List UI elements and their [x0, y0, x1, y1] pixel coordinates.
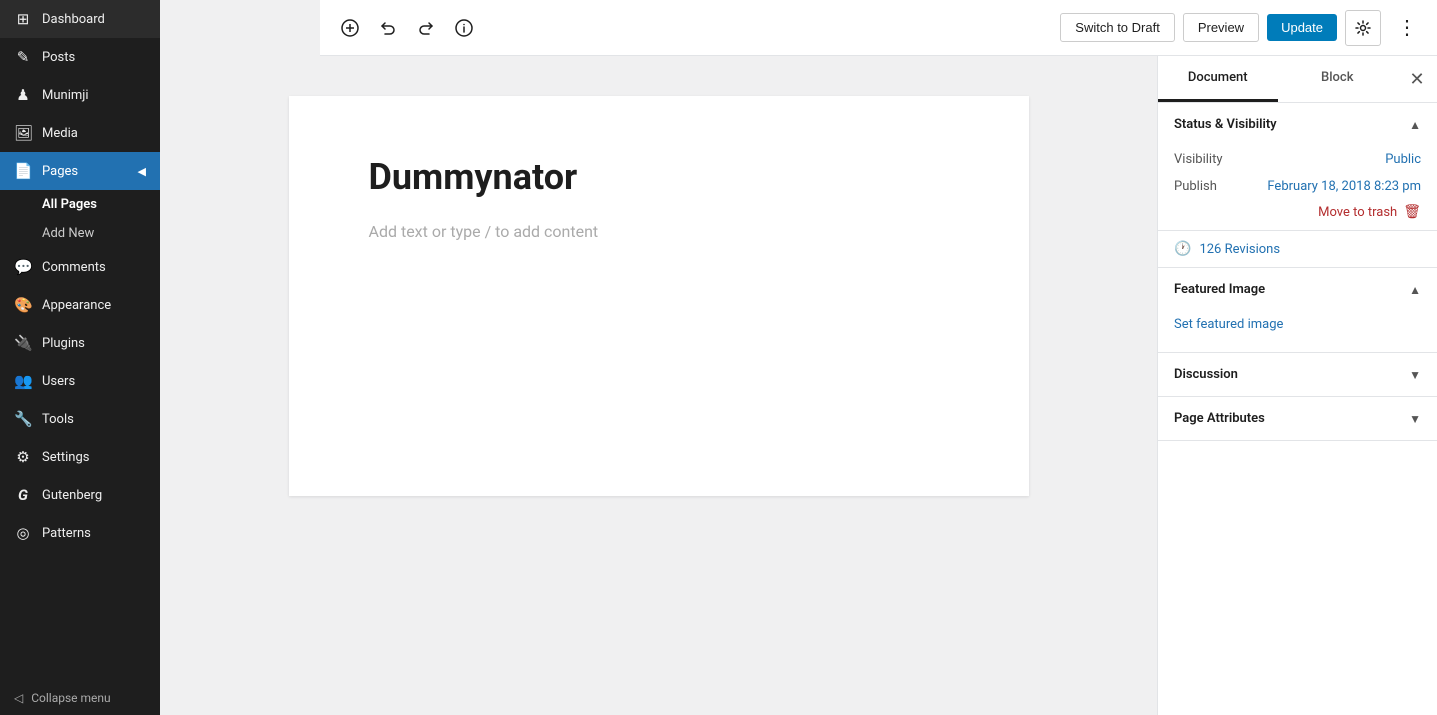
set-featured-image-link[interactable]: Set featured image [1174, 311, 1421, 338]
featured-image-header[interactable]: Featured Image ▲ [1158, 268, 1437, 311]
update-button[interactable]: Update [1267, 14, 1337, 41]
tab-document[interactable]: Document [1158, 56, 1278, 102]
revisions-link[interactable]: 126 Revisions [1199, 242, 1280, 257]
revisions-clock-icon: 🕐 [1174, 241, 1191, 257]
more-options-button[interactable]: ⋮ [1389, 10, 1425, 46]
featured-image-arrow: ▲ [1409, 283, 1421, 297]
add-block-button[interactable] [332, 10, 368, 46]
info-button[interactable] [446, 10, 482, 46]
visibility-label: Visibility [1174, 152, 1223, 167]
discussion-section: Discussion ▼ [1158, 353, 1437, 397]
trash-icon: 🗑 [1403, 204, 1421, 220]
page-body-placeholder[interactable]: Add text or type / to add content [369, 222, 949, 241]
revisions-row[interactable]: 🕐 126 Revisions [1158, 231, 1437, 267]
featured-image-body: Set featured image [1158, 311, 1437, 352]
dashboard-icon: ⊞ [14, 10, 32, 28]
publish-row: Publish February 18, 2018 8:23 pm [1158, 173, 1437, 200]
status-visibility-arrow: ▲ [1409, 118, 1421, 132]
visibility-value[interactable]: Public [1385, 152, 1421, 167]
status-visibility-header[interactable]: Status & Visibility ▲ [1158, 103, 1437, 146]
featured-image-section: Featured Image ▲ Set featured image [1158, 268, 1437, 353]
sidebar-item-dashboard[interactable]: ⊞ Dashboard [0, 0, 160, 38]
status-visibility-title: Status & Visibility [1174, 117, 1277, 132]
switch-to-draft-button[interactable]: Switch to Draft [1060, 13, 1175, 42]
visibility-row: Visibility Public [1158, 146, 1437, 173]
panel-header: Document Block ✕ [1158, 56, 1437, 103]
trash-row: Move to trash 🗑 [1158, 200, 1437, 230]
discussion-arrow: ▼ [1409, 368, 1421, 382]
settings-button[interactable] [1345, 10, 1381, 46]
status-visibility-section: Status & Visibility ▲ Visibility Public … [1158, 103, 1437, 231]
featured-image-title: Featured Image [1174, 282, 1265, 297]
discussion-title: Discussion [1174, 367, 1238, 382]
discussion-header[interactable]: Discussion ▼ [1158, 353, 1437, 396]
publish-label: Publish [1174, 179, 1217, 194]
undo-button[interactable] [370, 10, 406, 46]
page-attributes-title: Page Attributes [1174, 411, 1265, 426]
page-title-input[interactable] [369, 156, 949, 198]
preview-button[interactable]: Preview [1183, 13, 1259, 42]
panel-close-button[interactable]: ✕ [1397, 59, 1437, 99]
tab-block[interactable]: Block [1278, 56, 1398, 102]
page-attributes-section: Page Attributes ▼ [1158, 397, 1437, 441]
revisions-section: 🕐 126 Revisions [1158, 231, 1437, 268]
publish-date[interactable]: February 18, 2018 8:23 pm [1267, 179, 1421, 194]
page-attributes-header[interactable]: Page Attributes ▼ [1158, 397, 1437, 440]
page-attributes-arrow: ▼ [1409, 412, 1421, 426]
redo-button[interactable] [408, 10, 444, 46]
move-to-trash-link[interactable]: Move to trash [1318, 205, 1397, 220]
